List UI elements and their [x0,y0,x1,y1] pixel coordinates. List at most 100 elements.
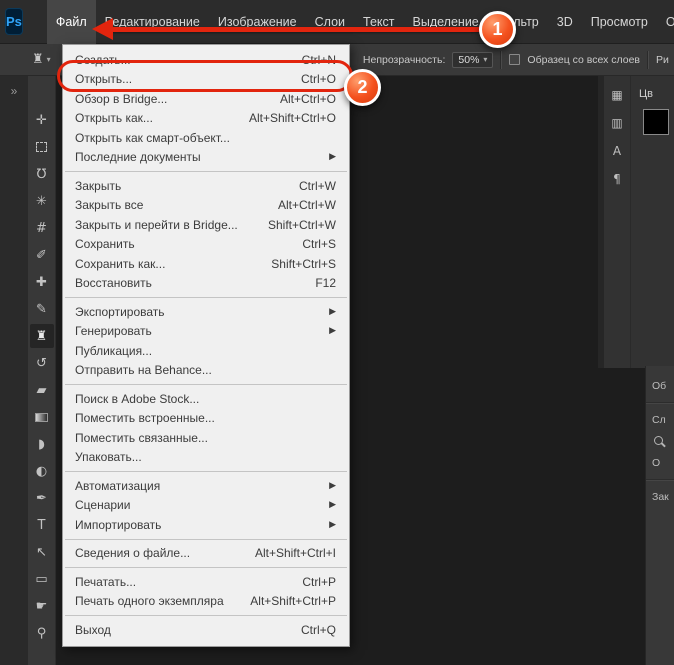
menubar-view[interactable]: Просмотр [582,0,657,44]
tool-type[interactable]: T [30,513,54,537]
tool-pen[interactable]: ✒ [30,486,54,510]
menu-item-print-one-copy[interactable]: Печать одного экземпляра Alt+Shift+Ctrl+P [63,592,349,612]
menu-item-shortcut: Ctrl+P [302,574,336,589]
menu-item-exit[interactable]: Выход Ctrl+Q [63,620,349,640]
menu-item-send-to-behance[interactable]: Отправить на Behance... [63,361,349,381]
menu-item-scripts[interactable]: Сценарии ▶ [63,496,349,516]
opacity-value: 50% [458,53,480,66]
collapse-panels-icon[interactable]: » [11,84,18,98]
panel-icon-strip: ▦ ▥ А ¶ [604,76,631,368]
tool-path-selection[interactable]: ↖ [30,540,54,564]
search-icon[interactable] [654,436,663,445]
menu-item-label: Автоматизация [75,478,161,493]
menu-item-shortcut: Alt+Ctrl+W [277,198,336,213]
menu-item-label: Сведения о файле... [75,546,191,561]
panel-tab-fragment[interactable]: Сл [652,414,674,426]
menu-item-generate[interactable]: Генерировать ▶ [63,322,349,342]
menu-item-export[interactable]: Экспортировать ▶ [63,302,349,322]
blur-icon: ◗ [38,436,45,452]
menu-item-file-info[interactable]: Сведения о файле... Alt+Shift+Ctrl+I [63,544,349,564]
menu-item-open-as-smart-object[interactable]: Открыть как смарт-объект... [63,128,349,148]
menu-item-label: Отправить на Behance... [75,363,212,378]
menu-item-close-and-go-to-bridge[interactable]: Закрыть и перейти в Bridge... Shift+Ctrl+… [63,215,349,235]
tool-hand[interactable]: ☛ [30,594,54,618]
options-divider [500,50,503,69]
menu-item-automate[interactable]: Автоматизация ▶ [63,476,349,496]
menu-item-shortcut: Ctrl+Q [300,622,336,637]
tool-move[interactable]: ✛ [30,108,54,132]
menubar-select[interactable]: Выделение [404,0,488,44]
tool-eraser[interactable]: ▰ [30,378,54,402]
opacity-select[interactable]: 50% ▾ [452,51,494,68]
right-panel-dock: ▦ ▥ А ¶ Цв [598,76,674,368]
adjustments-panel-icon[interactable]: ▥ [611,116,622,130]
character-panel-icon[interactable]: А [613,144,621,158]
menu-item-label: Поместить связанные... [75,430,208,445]
hand-icon: ☛ [35,598,48,614]
tool-clone-stamp[interactable]: ♜ [29,324,54,348]
history-brush-icon: ↺ [36,355,47,371]
quick-selection-icon: ✳ [36,193,47,209]
menubar-window[interactable]: Окно [657,0,674,44]
annotation-arrow-head-icon [92,18,113,40]
tool-preset-picker[interactable]: ♜ ▾ [32,52,51,67]
menu-item-label: Поиск в Adobe Stock... [75,391,200,406]
tool-dodge[interactable]: ◐ [30,459,54,483]
lock-row-fragment: Зак [652,491,669,503]
menu-item-close[interactable]: Закрыть Ctrl+W [63,176,349,196]
tool-lasso[interactable]: ℧ [30,162,54,186]
menu-item-recent-files[interactable]: Последние документы ▶ [63,148,349,168]
menu-item-revert[interactable]: Восстановить F12 [63,274,349,294]
menu-item-label: Обзор в Bridge... [75,91,168,106]
menubar-layers[interactable]: Слои [306,0,354,44]
tool-quick-selection[interactable]: ✳ [30,189,54,213]
tool-eyedropper[interactable]: ✐ [30,243,54,267]
foreground-color-swatch[interactable] [643,109,669,135]
menu-separator [65,297,347,298]
annotation-step-1-badge: 1 [479,11,516,48]
tool-shape[interactable]: ▭ [30,567,54,591]
menu-item-place-embedded[interactable]: Поместить встроенные... [63,409,349,429]
menu-item-save[interactable]: Сохранить Ctrl+S [63,235,349,255]
menu-item-shortcut: Ctrl+W [299,178,336,193]
panel-divider [646,402,674,404]
menu-item-save-as[interactable]: Сохранить как... Shift+Ctrl+S [63,254,349,274]
menu-item-label: Экспортировать [75,304,165,319]
tool-brush[interactable]: ✎ [30,297,54,321]
menu-item-print[interactable]: Печатать... Ctrl+P [63,572,349,592]
tool-history-brush[interactable]: ↺ [30,351,54,375]
menubar-image[interactable]: Изображение [209,0,306,44]
tool-gradient[interactable] [30,405,54,429]
annotation-step-2-badge: 2 [344,69,381,106]
tool-blur[interactable]: ◗ [30,432,54,456]
tool-crop[interactable]: # [30,216,54,240]
menubar-file[interactable]: Файл [46,0,96,44]
menu-item-import[interactable]: Импортировать ▶ [63,515,349,535]
sample-all-layers-label: Образец со всех слоев [527,53,640,66]
menu-item-share[interactable]: Публикация... [63,341,349,361]
photoshop-logo: Ps [5,8,23,35]
tool-zoom[interactable]: ⚲ [30,621,54,645]
pen-icon: ✒ [36,490,47,506]
menu-item-open-as[interactable]: Открыть как... Alt+Shift+Ctrl+O [63,109,349,129]
path-selection-icon: ↖ [36,544,47,560]
menu-item-close-all[interactable]: Закрыть все Alt+Ctrl+W [63,196,349,216]
menubar-3d[interactable]: 3D [548,0,582,44]
tool-rectangular-marquee[interactable] [30,135,54,159]
swatches-panel-icon[interactable]: ▦ [611,88,622,102]
menu-item-shortcut: Alt+Shift+Ctrl+I [254,546,336,561]
menu-item-search-adobe-stock[interactable]: Поиск в Adobe Stock... [63,389,349,409]
menubar-type[interactable]: Текст [354,0,403,44]
tool-spot-healing-brush[interactable]: ✚ [30,270,54,294]
menu-item-label: Импортировать [75,517,162,532]
menu-item-label: Выход [75,622,111,637]
menu-item-label: Сохранить [75,237,135,252]
menu-item-place-linked[interactable]: Поместить связанные... [63,428,349,448]
menu-item-shortcut: F12 [315,276,336,291]
paragraph-panel-icon[interactable]: ¶ [613,172,621,186]
clipped-options-label: Ри [656,53,669,66]
marquee-icon [36,142,47,152]
sample-all-layers-checkbox[interactable] [509,54,521,65]
menu-item-package[interactable]: Упаковать... [63,448,349,468]
options-right-group: Непрозрачность: 50% ▾ Образец со всех сл… [363,50,674,69]
